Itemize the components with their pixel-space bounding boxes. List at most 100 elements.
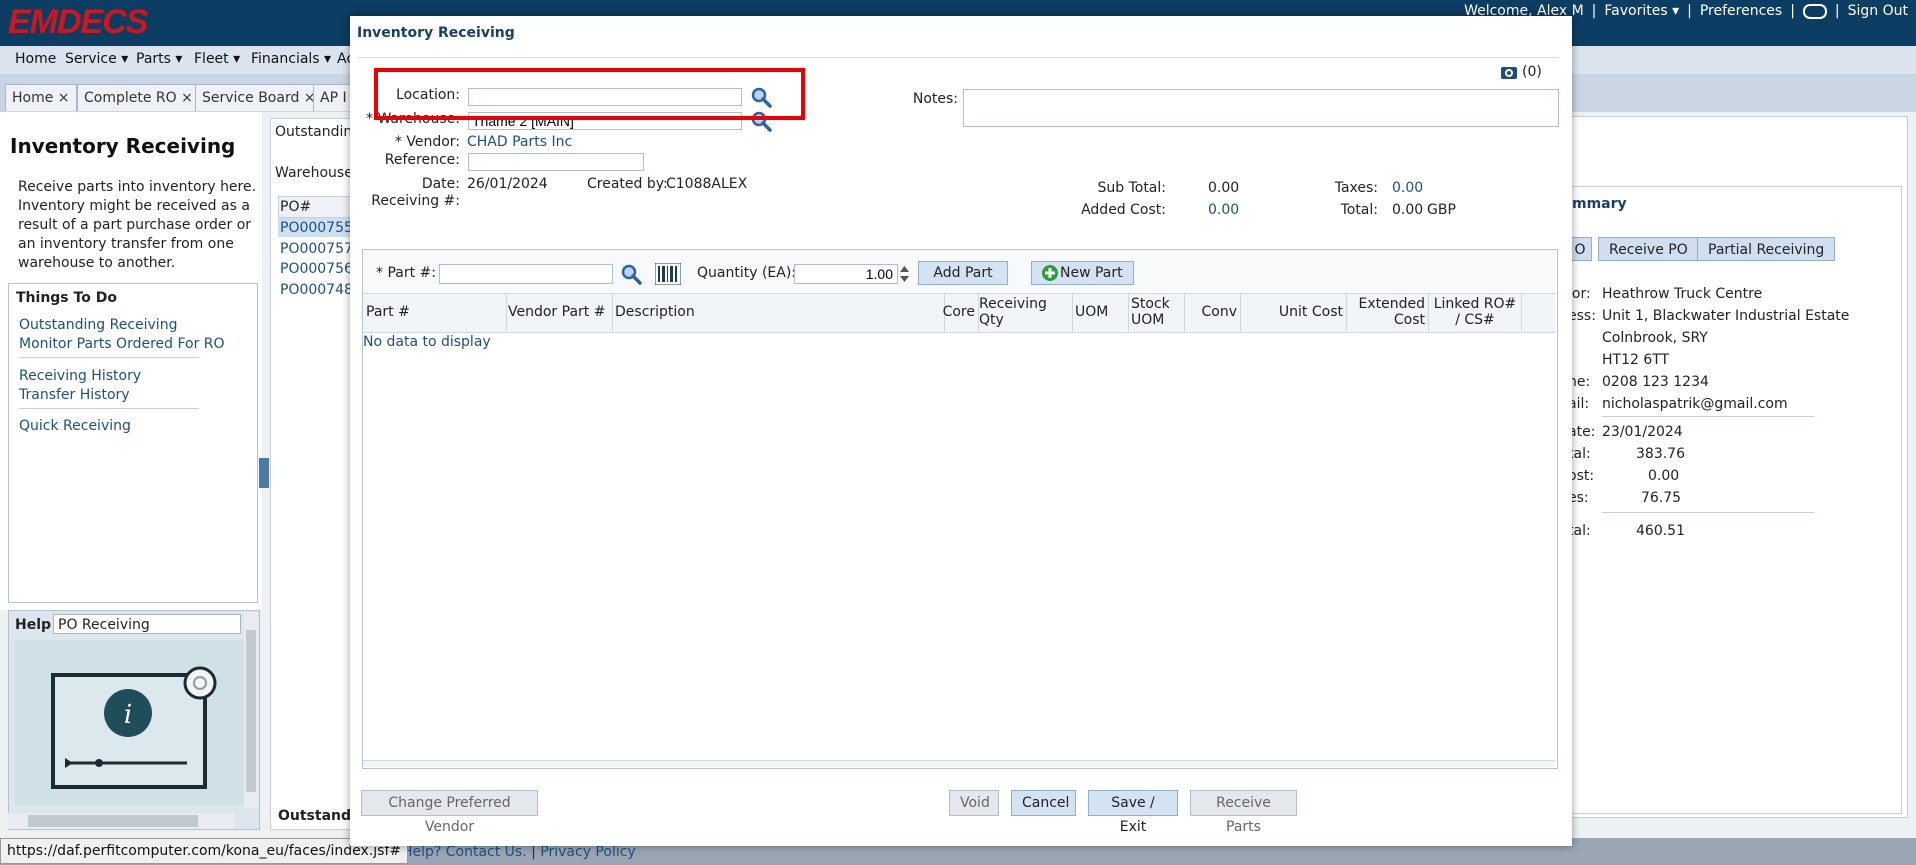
address-line-1: Unit 1, Blackwater Industrial Estate <box>1602 308 1850 324</box>
col-description[interactable]: Description <box>613 293 945 331</box>
link-outstanding-receiving[interactable]: Outstanding Receiving <box>19 317 177 333</box>
footer-links: ed Help? Contact Us. | Privacy Policy <box>380 844 636 860</box>
tab-service-board[interactable]: Service Board × <box>195 84 323 111</box>
taxes-label: Taxes: <box>1334 180 1378 196</box>
phone-value: 0208 123 1234 <box>1602 374 1709 390</box>
outstanding-title: Outstanding <box>275 124 362 140</box>
things-to-do-title: Things To Do <box>16 290 117 306</box>
link-transfer-history[interactable]: Transfer History <box>19 387 130 403</box>
date-value: 26/01/2024 <box>467 176 548 192</box>
added-cost-value[interactable]: 0.00 <box>1208 202 1239 218</box>
quantity-label: Quantity (EA): <box>697 265 797 281</box>
col-core[interactable]: Core <box>943 293 979 331</box>
void-button[interactable]: Void <box>949 790 999 816</box>
divider <box>19 408 199 409</box>
address-label: ess: <box>1568 308 1596 324</box>
new-part-button[interactable]: New Part <box>1031 261 1134 285</box>
col-unit-cost[interactable]: Unit Cost <box>1241 293 1347 331</box>
col-conv[interactable]: Conv <box>1185 293 1241 331</box>
tab-ap[interactable]: AP I <box>313 84 354 111</box>
link-monitor-parts[interactable]: Monitor Parts Ordered For RO <box>19 336 225 352</box>
favorites-menu[interactable]: Favorites ▾ <box>1604 3 1679 19</box>
add-part-button[interactable]: Add Part <box>918 261 1008 285</box>
col-receiving-qty[interactable]: Receiving Qty <box>979 293 1073 331</box>
svg-text:i: i <box>124 700 132 730</box>
col-part-number[interactable]: Part # <box>363 293 507 331</box>
address-postcode: HT12 6TT <box>1602 352 1670 368</box>
partial-receiving-button[interactable]: Partial Receiving <box>1697 237 1836 261</box>
notes-label: Notes: <box>912 91 958 107</box>
menu-home[interactable]: Home <box>15 51 56 67</box>
part-number-input[interactable] <box>439 264 613 284</box>
status-url: https://daf.perfitcomputer.com/kona_eu/f… <box>0 838 409 864</box>
total-label: Total: <box>1340 202 1378 218</box>
warehouse-label: Warehouse: <box>275 165 358 181</box>
barcode-icon[interactable] <box>654 262 682 289</box>
po-summary-box <box>1568 186 1902 814</box>
receive-po-button[interactable]: Receive PO <box>1598 237 1699 261</box>
search-icon[interactable] <box>620 263 642 285</box>
po-column-header: PO# <box>280 199 312 215</box>
quantity-input[interactable] <box>794 264 898 284</box>
part-number-label: * Part #: <box>376 265 436 281</box>
po-row[interactable]: PO000757 <box>280 241 353 257</box>
app-logo[interactable]: EMDECS <box>8 3 148 42</box>
close-icon[interactable]: × <box>181 90 193 106</box>
subtotal-label: Sub Total: <box>1097 180 1166 196</box>
dialog-title: Inventory Receiving <box>357 25 515 41</box>
help-video[interactable]: i <box>15 640 245 805</box>
date-value: 23/01/2024 <box>1602 424 1683 440</box>
notes-textarea[interactable] <box>963 89 1559 127</box>
attachment-count: (0) <box>1522 64 1542 80</box>
collapse-panel-handle[interactable] <box>259 458 269 488</box>
currency: GBP <box>1427 202 1456 218</box>
close-icon[interactable]: × <box>58 90 70 106</box>
po-row[interactable]: PO000755 <box>280 220 353 236</box>
col-linked-ro[interactable]: Linked RO# / CS# <box>1429 293 1522 331</box>
preferences-link[interactable]: Preferences <box>1700 3 1782 19</box>
vendor-value: Heathrow Truck Centre <box>1602 286 1763 302</box>
taxes-value[interactable]: 0.00 <box>1392 180 1423 196</box>
video-player-icon: i <box>51 666 217 789</box>
privacy-link[interactable]: Privacy Policy <box>540 844 635 860</box>
signout-link[interactable]: Sign Out <box>1848 3 1908 19</box>
subtotal-value: 0.00 <box>1208 180 1240 196</box>
menu-parts[interactable]: Parts ▾ <box>136 51 182 67</box>
chat-icon[interactable] <box>1802 3 1827 19</box>
po-row[interactable]: PO000748 <box>280 282 353 298</box>
vendor-link[interactable]: CHAD Parts Inc <box>467 134 572 150</box>
plus-icon <box>1042 265 1058 281</box>
help-scrollbar[interactable] <box>244 612 258 808</box>
col-spacer <box>1522 293 1555 331</box>
menu-financials[interactable]: Financials ▾ <box>251 51 331 67</box>
quantity-stepper[interactable] <box>899 264 910 284</box>
col-vendor-part-number[interactable]: Vendor Part # <box>507 293 613 331</box>
total-value: 0.00 <box>1392 202 1424 218</box>
reference-input[interactable] <box>468 153 644 171</box>
receive-parts-button[interactable]: Receive Parts <box>1190 790 1297 835</box>
help-hscrollbar[interactable] <box>8 813 234 829</box>
save-exit-button[interactable]: Save / Exit <box>1088 790 1178 835</box>
tab-home[interactable]: Home × <box>5 84 77 111</box>
tab-complete-ro[interactable]: Complete RO × <box>77 84 200 111</box>
date-label: Date: <box>421 176 460 192</box>
grid-hscrollbar[interactable] <box>363 760 1555 767</box>
divider <box>19 357 199 358</box>
email-value: nicholaspatrik@gmail.com <box>1602 396 1788 412</box>
receiving-number-label: Receiving #: <box>371 193 460 209</box>
col-uom[interactable]: UOM <box>1073 293 1129 331</box>
help-topic-field[interactable]: PO Receiving <box>53 614 241 634</box>
vendor-label: * Vendor: <box>394 134 460 150</box>
col-extended-cost[interactable]: Extended Cost <box>1347 293 1429 331</box>
menu-fleet[interactable]: Fleet ▾ <box>194 51 240 67</box>
added-cost-label: Added Cost: <box>1081 202 1166 218</box>
link-receiving-history[interactable]: Receiving History <box>19 368 141 384</box>
link-quick-receiving[interactable]: Quick Receiving <box>19 418 131 434</box>
po-row[interactable]: PO000756 <box>280 261 353 277</box>
change-preferred-vendor-button[interactable]: Change Preferred Vendor <box>361 790 538 835</box>
camera-icon[interactable] <box>1500 64 1518 84</box>
col-stock-uom[interactable]: Stock UOM <box>1129 293 1185 331</box>
cancel-button[interactable]: Cancel <box>1011 790 1076 816</box>
menu-service[interactable]: Service ▾ <box>65 51 128 67</box>
subtotal-value: 383.76 <box>1636 446 1685 462</box>
